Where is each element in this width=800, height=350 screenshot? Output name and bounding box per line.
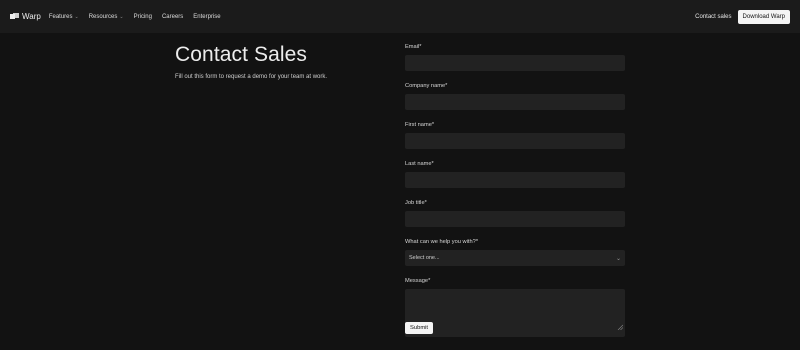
nav-item-label: Enterprise	[193, 13, 221, 20]
job-title-label: Job title*	[405, 200, 427, 206]
email-field[interactable]	[405, 55, 625, 71]
resize-handle-icon[interactable]	[617, 317, 624, 335]
company-name-field[interactable]	[405, 94, 625, 110]
job-title-field[interactable]	[405, 211, 625, 227]
warp-logo[interactable]: Warp	[10, 12, 41, 21]
nav-item-label: Pricing	[133, 13, 152, 20]
top-navigation: Warp Features ⌄ Resources ⌄ Pricing Care…	[0, 0, 800, 33]
chevron-down-icon: ⌄	[615, 255, 621, 262]
last-name-label: Last name*	[405, 161, 434, 167]
nav-item-resources[interactable]: Resources ⌄	[89, 14, 124, 20]
nav-item-enterprise[interactable]: Enterprise	[193, 14, 220, 20]
company-name-label: Company name*	[405, 83, 448, 89]
contact-sales-form: Email* Company name* First name* Last na…	[405, 43, 625, 337]
email-label: Email*	[405, 44, 422, 50]
chevron-down-icon: ⌄	[119, 13, 124, 20]
logo-text: Warp	[22, 12, 41, 21]
download-warp-button[interactable]: Download Warp	[737, 9, 790, 24]
submit-button[interactable]: Submit	[405, 322, 434, 334]
warp-logo-icon	[10, 13, 19, 20]
help-select-value: Select one...	[409, 255, 440, 261]
page-subtitle: Fill out this form to request a demo for…	[175, 74, 328, 80]
nav-item-label: Resources	[88, 13, 118, 20]
message-textarea[interactable]	[405, 289, 625, 337]
help-select[interactable]: Select one... ⌄	[405, 250, 625, 266]
page-title: Contact Sales	[175, 43, 308, 66]
last-name-field[interactable]	[405, 172, 625, 188]
nav-item-pricing[interactable]: Pricing	[134, 14, 152, 20]
nav-item-label: Careers	[161, 13, 184, 20]
message-label: Message*	[405, 278, 431, 284]
chevron-down-icon: ⌄	[74, 13, 79, 20]
nav-item-label: Features	[48, 13, 73, 20]
help-select-label: What can we help you with?*	[405, 239, 479, 245]
nav-item-careers[interactable]: Careers	[162, 14, 183, 20]
first-name-label: First name*	[405, 122, 435, 128]
contact-sales-link[interactable]: Contact sales	[695, 14, 731, 20]
first-name-field[interactable]	[405, 133, 625, 149]
nav-item-features[interactable]: Features ⌄	[49, 14, 79, 20]
